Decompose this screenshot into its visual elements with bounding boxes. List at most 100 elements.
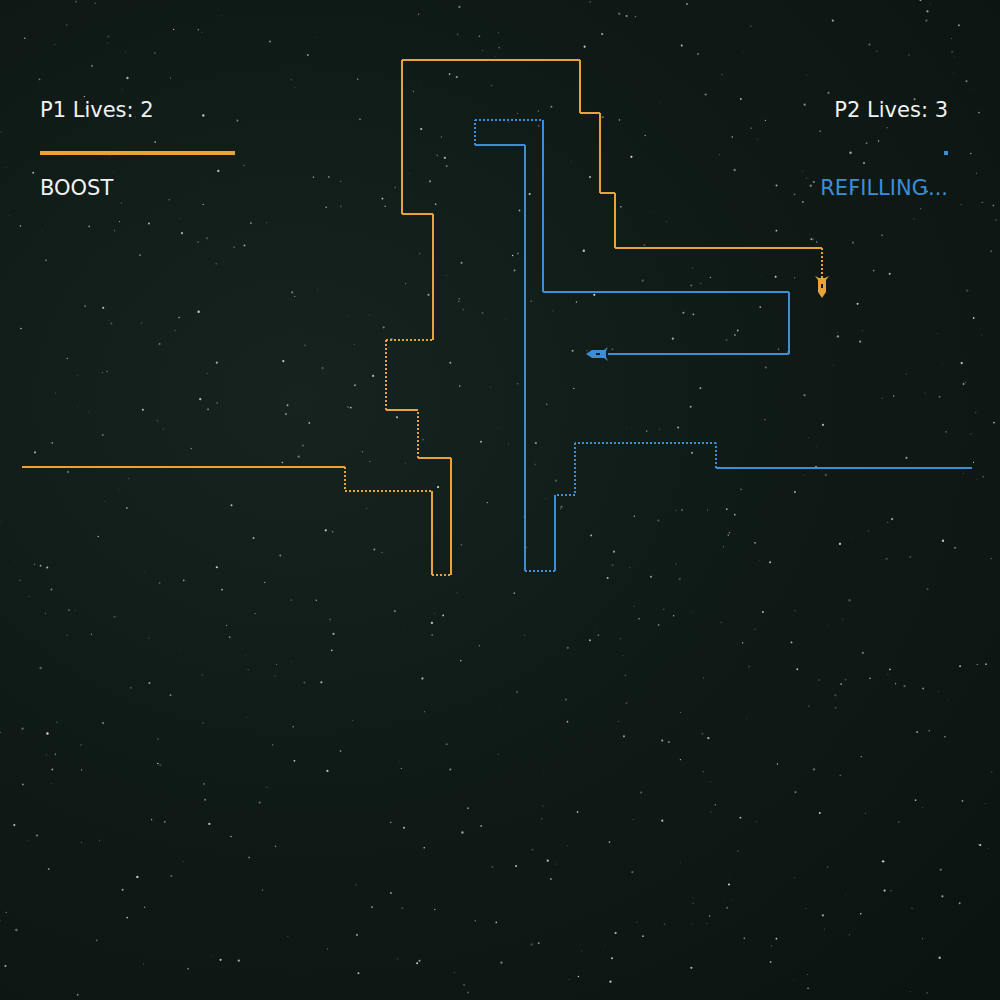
star	[403, 827, 405, 829]
star	[590, 1, 591, 2]
star	[5, 166, 7, 168]
star	[751, 127, 752, 128]
star	[81, 769, 82, 770]
star	[427, 294, 429, 296]
star	[640, 792, 642, 794]
star	[139, 254, 141, 256]
star	[632, 819, 634, 821]
star	[347, 406, 348, 407]
star	[302, 445, 304, 447]
star	[737, 850, 738, 851]
star	[805, 908, 806, 909]
star	[771, 945, 772, 946]
star	[641, 280, 643, 282]
star	[643, 244, 645, 246]
star	[340, 205, 342, 207]
star	[51, 442, 53, 444]
star	[293, 760, 295, 762]
star	[479, 645, 480, 646]
star	[728, 877, 730, 879]
trail-segment	[386, 339, 433, 341]
star	[672, 338, 674, 340]
star	[692, 923, 694, 925]
star	[703, 771, 704, 772]
star	[589, 176, 591, 178]
star	[24, 37, 25, 38]
star	[75, 610, 76, 611]
star	[951, 51, 953, 53]
star	[795, 610, 796, 611]
star	[873, 270, 875, 272]
star	[102, 434, 104, 436]
star	[823, 928, 825, 930]
star	[924, 392, 926, 394]
star	[229, 636, 231, 638]
star	[765, 120, 766, 121]
star	[303, 682, 305, 684]
game-screen: P1 Lives: 2 BOOSTP2 Lives: 3 REFILLING..…	[0, 0, 1000, 1000]
star	[449, 362, 451, 364]
star	[707, 923, 708, 924]
star	[20, 328, 22, 330]
star	[436, 155, 438, 157]
star	[867, 530, 869, 532]
star	[700, 283, 701, 284]
star	[886, 645, 888, 647]
star	[512, 255, 513, 256]
star	[746, 718, 748, 720]
trail-segment	[600, 192, 615, 194]
star	[617, 721, 619, 723]
star	[889, 668, 891, 670]
star	[887, 522, 888, 523]
star	[609, 981, 611, 983]
star	[916, 731, 918, 733]
star	[515, 865, 517, 867]
trail-segment	[542, 120, 544, 292]
star	[34, 563, 36, 565]
star	[394, 610, 396, 612]
star	[691, 611, 693, 613]
star	[210, 956, 212, 958]
star	[887, 673, 889, 675]
star	[362, 451, 363, 452]
trail-segment	[821, 248, 823, 278]
star	[459, 385, 461, 387]
star	[673, 615, 674, 616]
star	[67, 358, 68, 359]
star	[203, 783, 205, 785]
star	[508, 443, 509, 444]
star	[977, 664, 978, 665]
star	[184, 529, 186, 531]
star	[891, 518, 893, 520]
star	[548, 412, 550, 414]
star	[552, 310, 554, 312]
star	[457, 34, 459, 36]
star	[723, 546, 724, 547]
star	[703, 677, 705, 679]
star	[202, 114, 204, 116]
star	[543, 773, 545, 775]
star	[435, 204, 436, 205]
star	[728, 883, 730, 885]
star	[45, 259, 47, 261]
star	[909, 991, 911, 993]
star	[480, 441, 482, 443]
star	[246, 717, 247, 718]
star	[159, 764, 161, 766]
star	[635, 16, 637, 18]
star	[500, 962, 502, 964]
star	[46, 754, 47, 755]
star	[245, 655, 247, 657]
star	[431, 634, 433, 636]
star	[878, 140, 879, 141]
star	[401, 768, 402, 769]
star	[845, 679, 847, 681]
star	[429, 180, 431, 182]
star	[697, 53, 699, 55]
star	[845, 894, 847, 896]
star	[446, 165, 448, 167]
star	[325, 206, 327, 208]
trail-segment	[386, 409, 418, 411]
star	[531, 301, 532, 302]
star	[15, 929, 17, 931]
